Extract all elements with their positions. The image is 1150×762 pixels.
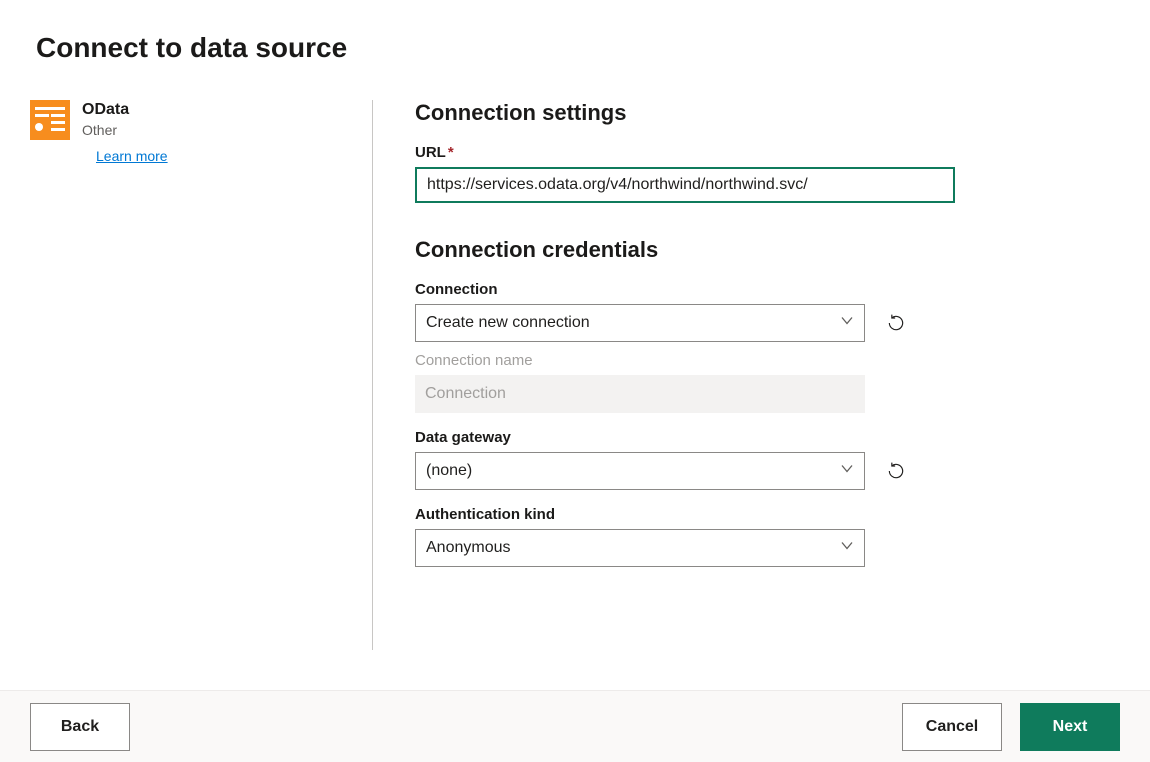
connection-name-input: Connection <box>415 375 865 413</box>
url-label: URL* <box>415 144 1113 161</box>
connector-category: Other <box>82 120 168 140</box>
chevron-down-icon <box>840 462 854 481</box>
settings-panel: Connection settings URL* Connection cred… <box>373 100 1113 654</box>
data-gateway-select[interactable]: (none) <box>415 452 865 490</box>
connection-name-label: Connection name <box>415 352 1113 369</box>
connection-settings-heading: Connection settings <box>415 100 1113 126</box>
learn-more-link[interactable]: Learn more <box>96 148 168 164</box>
cancel-button[interactable]: Cancel <box>902 703 1002 751</box>
odata-connector-icon <box>30 100 70 140</box>
connector-text: OData Other Learn more <box>82 100 168 654</box>
authentication-kind-value: Anonymous <box>426 539 511 557</box>
back-button[interactable]: Back <box>30 703 130 751</box>
url-label-text: URL <box>415 144 446 161</box>
connection-select[interactable]: Create new connection <box>415 304 865 342</box>
authentication-kind-select[interactable]: Anonymous <box>415 529 865 567</box>
connection-select-value: Create new connection <box>426 314 590 332</box>
refresh-gateway-button[interactable] <box>885 460 907 482</box>
chevron-down-icon <box>840 314 854 333</box>
connection-label: Connection <box>415 281 1113 298</box>
page-title: Connect to data source <box>0 0 1150 64</box>
data-gateway-value: (none) <box>426 462 472 480</box>
chevron-down-icon <box>840 539 854 558</box>
next-button[interactable]: Next <box>1020 703 1120 751</box>
refresh-connection-button[interactable] <box>885 312 907 334</box>
connector-panel: OData Other Learn more <box>30 100 372 654</box>
data-gateway-label: Data gateway <box>415 429 1113 446</box>
authentication-kind-label: Authentication kind <box>415 506 1113 523</box>
connector-name: OData <box>82 100 168 120</box>
dialog-footer: Back Cancel Next <box>0 690 1150 762</box>
main-area: OData Other Learn more Connection settin… <box>0 64 1150 654</box>
connection-credentials-heading: Connection credentials <box>415 237 1113 263</box>
url-input[interactable] <box>415 167 955 203</box>
required-asterisk: * <box>448 144 454 161</box>
